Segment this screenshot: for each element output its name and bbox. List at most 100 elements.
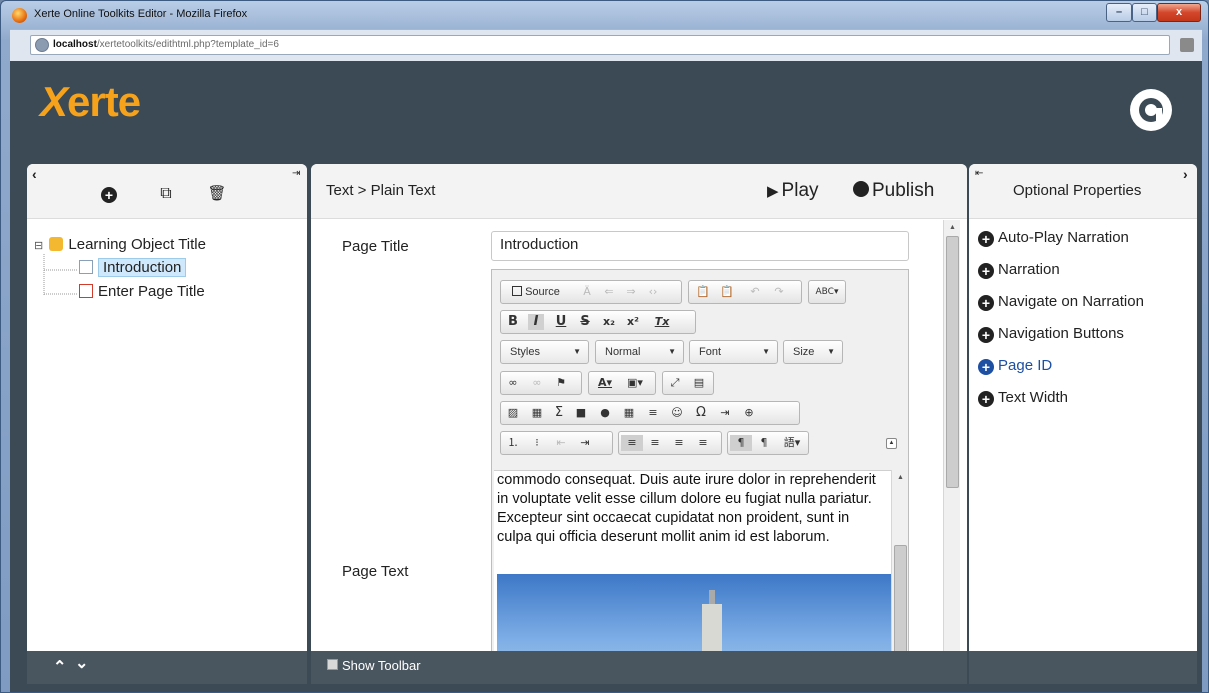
publish-button[interactable]: Publish: [853, 180, 934, 202]
font-dropdown[interactable]: Font ▼: [689, 340, 778, 364]
rich-text-editor: Source Ä ⇐ ⇒ ‹› 📋 📋 ↶ ↷ ABC▾ B I U S x₂ …: [491, 269, 909, 684]
image-icon[interactable]: ▨: [505, 405, 521, 421]
language-icon[interactable]: 語▾: [780, 435, 804, 451]
numbered-list-icon[interactable]: ⒈: [505, 435, 521, 451]
bg-color-icon[interactable]: ▣▾: [623, 375, 647, 391]
source-button[interactable]: Source: [505, 284, 567, 300]
collapse-toolbar-button[interactable]: ▲: [886, 438, 897, 449]
rtl-icon[interactable]: ¶: [756, 435, 772, 451]
font-label: Font: [699, 346, 722, 358]
underline-button[interactable]: U: [553, 314, 569, 330]
strikethrough-button[interactable]: S: [577, 314, 593, 330]
form-scroll-thumb[interactable]: [946, 236, 959, 488]
close-window-button[interactable]: x: [1157, 3, 1201, 22]
toolbar-group-spell: ABC▾: [808, 280, 846, 304]
undo-style-icon[interactable]: ⇐: [601, 284, 617, 300]
format-dropdown[interactable]: Normal ▼: [595, 340, 684, 364]
add-property-icon: +: [978, 263, 994, 279]
special-char-icon[interactable]: Ω: [693, 405, 709, 421]
remove-format-button[interactable]: Tx: [651, 314, 673, 330]
move-down-icon[interactable]: ⌄: [75, 653, 88, 673]
toolbar-group-clipboard: Source Ä ⇐ ⇒ ‹›: [500, 280, 682, 304]
property-navigation-buttons[interactable]: + Navigation Buttons: [978, 323, 1124, 345]
property-label: Navigate on Narration: [998, 293, 1144, 310]
widget-icon[interactable]: ●: [597, 405, 613, 421]
bold-button[interactable]: B: [505, 314, 521, 330]
align-justify-icon[interactable]: ≡: [695, 435, 711, 451]
page-title-input[interactable]: Introduction: [491, 231, 909, 261]
pin-icon[interactable]: ⇥: [292, 168, 300, 179]
duplicate-icon[interactable]: ⧉: [156, 184, 176, 204]
tree-item-introduction[interactable]: Introduction: [79, 257, 187, 279]
align-center-icon[interactable]: ≡: [647, 435, 663, 451]
indent-icon[interactable]: ⇥: [577, 435, 593, 451]
smiley-icon[interactable]: ☺: [669, 405, 685, 421]
add-page-icon[interactable]: +: [101, 187, 117, 203]
page-break-icon[interactable]: ⇥: [717, 405, 733, 421]
redo-icon[interactable]: ↷: [771, 284, 787, 300]
maximize-button[interactable]: □: [1132, 3, 1157, 22]
toolbar-group-bidi: ¶ ¶ 語▾: [727, 431, 809, 455]
chevron-down-icon: ▼: [573, 347, 581, 356]
table-icon[interactable]: ▦: [621, 405, 637, 421]
extension-icon[interactable]: [1180, 38, 1194, 52]
property-text-width[interactable]: + Text Width: [978, 387, 1068, 409]
superscript-button[interactable]: x²: [625, 314, 641, 330]
size-dropdown[interactable]: Size ▼: [783, 340, 843, 364]
structure-footer: ⌃ ⌄: [27, 651, 307, 684]
pin-icon[interactable]: ⇤: [975, 168, 983, 179]
property-narration[interactable]: + Narration: [978, 259, 1060, 281]
url-input[interactable]: localhost/xertetoolkits/edithtml.php?tem…: [30, 35, 1170, 55]
outdent-icon[interactable]: ⇤: [553, 435, 569, 451]
scroll-up-icon[interactable]: ▲: [892, 470, 909, 486]
tree-item-enter-page-title[interactable]: Enter Page Title: [79, 281, 205, 303]
chevron-down-icon: ▼: [668, 347, 676, 356]
chevron-down-icon: ▼: [762, 347, 770, 356]
media-icon[interactable]: ■: [573, 405, 589, 421]
align-right-icon[interactable]: ≡: [671, 435, 687, 451]
align-left-icon[interactable]: ≡: [621, 435, 643, 451]
move-up-icon[interactable]: ⌃: [53, 657, 66, 677]
undo-icon[interactable]: ↶: [747, 284, 763, 300]
anchor-icon[interactable]: ⚑: [553, 375, 569, 391]
text-color-icon[interactable]: A▾: [593, 375, 617, 391]
spellcheck-icon[interactable]: ABC▾: [813, 284, 841, 300]
select-all-icon[interactable]: Ä: [579, 284, 595, 300]
expand-right-icon[interactable]: ›: [1183, 166, 1188, 182]
redo-style-icon[interactable]: ⇒: [623, 284, 639, 300]
address-bar-area: localhost/xertetoolkits/edithtml.php?tem…: [10, 29, 1202, 61]
property-auto-play-narration[interactable]: + Auto-Play Narration: [978, 227, 1129, 249]
structure-toolbar: ‹ ⇥ + ⧉ 🗑: [27, 164, 307, 219]
horizontal-rule-icon[interactable]: ≡: [645, 405, 661, 421]
styles-dropdown[interactable]: Styles ▼: [500, 340, 589, 364]
show-toolbar-checkbox[interactable]: [327, 659, 338, 670]
paste-word-icon[interactable]: 📋: [719, 284, 735, 300]
property-navigate-on-narration[interactable]: + Navigate on Narration: [978, 291, 1144, 313]
ltr-icon[interactable]: ¶: [730, 435, 752, 451]
tree-item-label: Learning Object Title: [68, 236, 206, 253]
collapse-left-icon[interactable]: ‹: [32, 166, 37, 182]
paste-text-icon[interactable]: 📋: [695, 284, 711, 300]
property-label: Page ID: [998, 357, 1053, 374]
italic-button[interactable]: I: [528, 314, 544, 330]
play-button[interactable]: ▶ Play: [767, 180, 819, 202]
toolbar-row-1: Source Ä ⇐ ⇒ ‹› 📋 📋 ↶ ↷ ABC▾: [500, 280, 900, 304]
code-icon[interactable]: ‹›: [645, 284, 661, 300]
bulleted-list-icon[interactable]: ⁝: [529, 435, 545, 451]
browser-window: Xerte Online Toolkits Editor - Mozilla F…: [0, 0, 1209, 693]
unlink-icon[interactable]: ∞: [529, 375, 545, 391]
properties-header: ⇤ › Optional Properties: [969, 164, 1197, 219]
link-icon[interactable]: ∞: [505, 375, 521, 391]
subscript-button[interactable]: x₂: [601, 314, 617, 330]
delete-icon[interactable]: 🗑: [207, 184, 227, 204]
flash-icon[interactable]: ▦: [529, 405, 545, 421]
minimize-button[interactable]: –: [1106, 3, 1132, 22]
property-page-id[interactable]: + Page ID: [978, 355, 1052, 377]
add-property-icon: +: [978, 327, 994, 343]
form-scrollbar[interactable]: ▲: [943, 220, 960, 651]
show-blocks-icon[interactable]: ▤: [691, 375, 707, 391]
maximize-icon[interactable]: ⤢: [667, 375, 683, 391]
sigma-icon[interactable]: Σ: [551, 405, 567, 421]
scroll-up-icon[interactable]: ▲: [944, 220, 961, 236]
iframe-icon[interactable]: ⊕: [741, 405, 757, 421]
